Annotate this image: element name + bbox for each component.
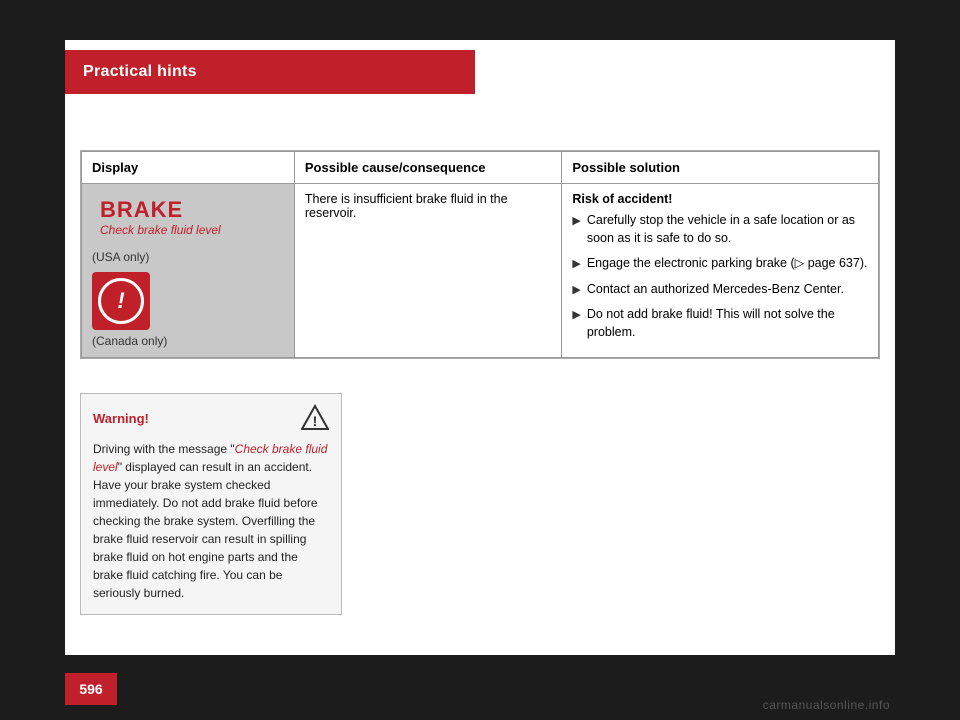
brake-icon-box: BRAKE Check brake fluid level — [92, 192, 229, 242]
bullet-arrow-icon: ▶ — [572, 283, 580, 298]
solution-cell: Risk of accident! ▶ Carefully stop the v… — [562, 184, 879, 358]
list-item: ▶ Do not add brake fluid! This will not … — [572, 306, 868, 341]
watermark: carmanualsonline.info — [763, 698, 890, 712]
brake-text: BRAKE — [100, 197, 221, 223]
solution-list: ▶ Carefully stop the vehicle in a safe l… — [572, 212, 868, 341]
table-row: BRAKE Check brake fluid level (USA only)… — [82, 184, 879, 358]
page-number: 596 — [79, 681, 102, 697]
header-banner: Practical hints — [65, 50, 475, 94]
warning-text-before: Driving with the message " — [93, 442, 235, 456]
cause-cell: There is insufficient brake fluid in the… — [294, 184, 561, 358]
display-cell: BRAKE Check brake fluid level (USA only)… — [82, 184, 295, 358]
warning-header: Warning! ! — [93, 404, 329, 432]
warning-text: Driving with the message "Check brake fl… — [93, 440, 329, 602]
main-table: Display Possible cause/consequence Possi… — [80, 150, 880, 359]
canada-icon-box: ! — [92, 272, 150, 330]
col-header-solution: Possible solution — [562, 152, 879, 184]
list-item: ▶ Carefully stop the vehicle in a safe l… — [572, 212, 868, 247]
risk-label: Risk of accident! — [572, 192, 868, 206]
warning-box: Warning! ! Driving with the message "Che… — [80, 393, 342, 615]
exclamation-icon: ! — [117, 290, 124, 312]
solution-item-2: Engage the electronic parking brake (▷ p… — [587, 255, 868, 273]
solution-item-4: Do not add brake fluid! This will not so… — [587, 306, 868, 341]
solution-item-1: Carefully stop the vehicle in a safe loc… — [587, 212, 868, 247]
list-item: ▶ Contact an authorized Mercedes-Benz Ce… — [572, 281, 868, 299]
col-header-cause: Possible cause/consequence — [294, 152, 561, 184]
brake-warning-display: BRAKE Check brake fluid level (USA only)… — [92, 192, 284, 348]
canada-brake-icon: ! — [98, 278, 144, 324]
warning-triangle-icon: ! — [301, 404, 329, 432]
solution-item-3: Contact an authorized Mercedes-Benz Cent… — [587, 281, 844, 299]
bullet-arrow-icon: ▶ — [572, 308, 580, 323]
bullet-arrow-icon: ▶ — [572, 257, 580, 272]
cause-text: There is insufficient brake fluid in the… — [305, 192, 508, 220]
check-brake-label: Check brake fluid level — [100, 223, 221, 237]
usa-label: (USA only) — [92, 250, 284, 264]
page-number-box: 596 — [65, 673, 117, 705]
warning-title: Warning! — [93, 411, 149, 426]
list-item: ▶ Engage the electronic parking brake (▷… — [572, 255, 868, 273]
svg-text:!: ! — [313, 413, 318, 429]
page-title: Practical hints — [83, 63, 197, 81]
warning-text-after: " displayed can result in an accident. H… — [93, 460, 318, 600]
bullet-arrow-icon: ▶ — [572, 214, 580, 229]
canada-label: (Canada only) — [92, 334, 167, 348]
col-header-display: Display — [82, 152, 295, 184]
